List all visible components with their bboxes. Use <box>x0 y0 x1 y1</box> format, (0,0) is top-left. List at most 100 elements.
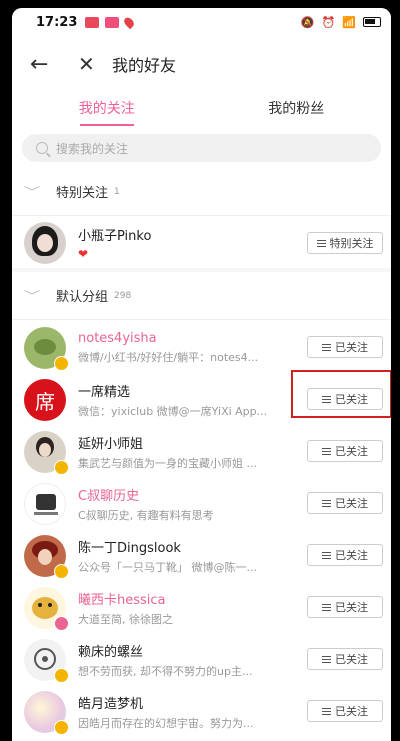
button-label: 已关注 <box>335 341 368 354</box>
menu-icon <box>322 499 331 507</box>
menu-icon <box>322 343 331 351</box>
item-subtitle: 微信：yixiclub 微博@一席YiXi App... <box>78 405 268 418</box>
verified-badge-icon <box>54 616 69 631</box>
location-icon <box>122 15 137 29</box>
avatar <box>24 431 69 475</box>
item-info: 曦西卡hessica 大道至简, 徐徐图之 <box>78 589 298 627</box>
verified-badge-icon <box>54 564 69 579</box>
mute-icon: 🔕 <box>300 15 315 29</box>
close-icon[interactable]: ✕ <box>78 52 100 76</box>
search-icon <box>36 142 48 154</box>
item-subtitle: C叔聊历史, 有趣有料有思考 <box>78 509 214 522</box>
list-item[interactable]: 赖床的螺丝 想不劳而获, 却不得不努力的up主... 已关注 <box>12 634 391 686</box>
page-title: 我的好友 <box>112 56 177 75</box>
logo-glyph: 席 <box>35 389 55 414</box>
avatar <box>24 587 69 631</box>
button-label: 已关注 <box>335 497 368 510</box>
avatar <box>24 639 69 683</box>
menu-icon <box>322 655 331 663</box>
item-info: notes4yisha 微博/小红书/好好住/躺平：notes4... <box>78 331 298 365</box>
status-bar: 17:23 🔕 ⏰ 📶 <box>12 8 391 36</box>
item-name: C叔聊历史 <box>78 489 140 504</box>
verified-badge-icon <box>54 460 69 475</box>
avatar <box>24 483 66 525</box>
item-name: 延妍小师姐 <box>78 437 144 452</box>
verified-badge-icon <box>54 720 69 735</box>
group-title: 默认分组 <box>56 290 109 305</box>
back-arrow-icon[interactable]: ← <box>30 52 52 77</box>
chevron-down-icon: ﹀ <box>23 289 41 303</box>
highlight-box <box>291 370 391 418</box>
avatar <box>24 535 69 579</box>
list-item[interactable]: 曦西卡hessica 大道至简, 徐徐图之 已关注 <box>12 582 391 634</box>
following-button[interactable]: 已关注 <box>307 544 383 566</box>
item-info: 延妍小师姐 集武艺与颜值为一身的宝藏小师姐 ... <box>78 433 298 471</box>
app-notification-icon <box>85 16 100 28</box>
item-name: 曦西卡hessica <box>78 593 166 608</box>
nav-header: ← ✕ 我的好友 <box>12 36 391 92</box>
following-button[interactable]: 已关注 <box>307 440 383 462</box>
tab-following[interactable]: 我的关注 <box>57 98 157 126</box>
item-name: 小瓶子Pinko <box>78 229 152 244</box>
list-item[interactable]: 延妍小师姐 集武艺与颜值为一身的宝藏小师姐 ... 已关注 <box>12 426 391 478</box>
status-icons: 🔕 ⏰ 📶 <box>301 16 381 29</box>
button-label: 已关注 <box>335 601 368 614</box>
item-name: 陈一丁Dingslook <box>78 541 181 556</box>
group-title: 特别关注 <box>56 186 109 201</box>
button-label: 特别关注 <box>329 237 374 250</box>
item-info: 小瓶子Pinko ❤ <box>78 225 298 261</box>
following-button[interactable]: 已关注 <box>307 492 383 514</box>
item-info: C叔聊历史 C叔聊历史, 有趣有料有思考 <box>78 485 298 523</box>
item-name: 一席精选 <box>78 385 131 400</box>
item-info: 一席精选 微信：yixiclub 微博@一席YiXi App... <box>78 381 298 419</box>
item-subtitle: 集武艺与颜值为一身的宝藏小师姐 ... <box>78 457 257 470</box>
following-button[interactable]: 已关注 <box>307 648 383 670</box>
list-item[interactable]: 席 一席精选 微信：yixiclub 微博@一席YiXi App... 已关注 <box>12 370 391 426</box>
item-name: 赖床的螺丝 <box>78 645 144 660</box>
menu-icon <box>322 603 331 611</box>
list-item[interactable]: C叔聊历史 C叔聊历史, 有趣有料有思考 已关注 <box>12 478 391 530</box>
list-item[interactable]: 小瓶子Pinko ❤ 特别关注 <box>12 218 391 268</box>
following-button[interactable]: 已关注 <box>307 596 383 618</box>
group-count: 298 <box>114 290 132 301</box>
avatar: 席 <box>24 379 66 421</box>
battery-icon <box>363 17 381 27</box>
item-info: 赖床的螺丝 想不劳而获, 却不得不努力的up主... <box>78 641 298 679</box>
avatar <box>24 691 69 735</box>
group-header-default[interactable]: ﹀ 默认分组 298 <box>12 272 391 320</box>
following-button[interactable]: 已关注 <box>307 700 383 722</box>
wifi-icon: 📶 <box>342 15 356 29</box>
item-info: 皓月造梦机 因皓月而存在的幻想宇宙。努力为... <box>78 693 298 731</box>
list-item[interactable]: notes4yisha 微博/小红书/好好住/躺平：notes4... 已关注 <box>12 322 391 374</box>
menu-icon <box>322 707 331 715</box>
following-button[interactable]: 已关注 <box>307 336 383 358</box>
group-count: 1 <box>114 186 120 197</box>
item-subtitle: 公众号「一只马丁靴」 微博@陈一... <box>78 561 257 574</box>
list-item[interactable]: 陈一丁Dingslook 公众号「一只马丁靴」 微博@陈一... 已关注 <box>12 530 391 582</box>
app-notification-icon <box>105 16 120 28</box>
button-label: 已关注 <box>335 549 368 562</box>
search-input[interactable]: 搜索我的关注 <box>22 134 381 162</box>
verified-badge-icon <box>54 356 69 371</box>
button-label: 已关注 <box>335 445 368 458</box>
list-item[interactable]: 皓月造梦机 因皓月而存在的幻想宇宙。努力为... 已关注 <box>12 686 391 738</box>
group-header-special[interactable]: ﹀ 特别关注 1 <box>12 168 391 216</box>
item-subtitle: 微博/小红书/好好住/躺平：notes4... <box>78 351 259 364</box>
menu-icon <box>316 239 326 247</box>
chevron-down-icon: ﹀ <box>23 185 41 199</box>
item-name: notes4yisha <box>78 331 157 346</box>
search-placeholder: 搜索我的关注 <box>56 141 129 156</box>
special-follow-button[interactable]: 特别关注 <box>307 232 383 254</box>
avatar <box>24 327 69 371</box>
item-name: 皓月造梦机 <box>78 697 144 712</box>
avatar <box>24 222 66 264</box>
item-subtitle: 想不劳而获, 却不得不努力的up主... <box>78 665 253 678</box>
alarm-icon: ⏰ <box>321 15 336 29</box>
button-label: 已关注 <box>335 705 368 718</box>
tab-followers[interactable]: 我的粉丝 <box>246 98 346 126</box>
item-subtitle: 大道至简, 徐徐图之 <box>78 613 173 626</box>
button-label: 已关注 <box>335 653 368 666</box>
heart-icon: ❤ <box>78 247 89 261</box>
verified-badge-icon <box>54 668 69 683</box>
phone-screen: 17:23 🔕 ⏰ 📶 ← ✕ 我的好友 我的关注 我的粉丝 搜索我的关注 ﹀ … <box>12 8 391 741</box>
